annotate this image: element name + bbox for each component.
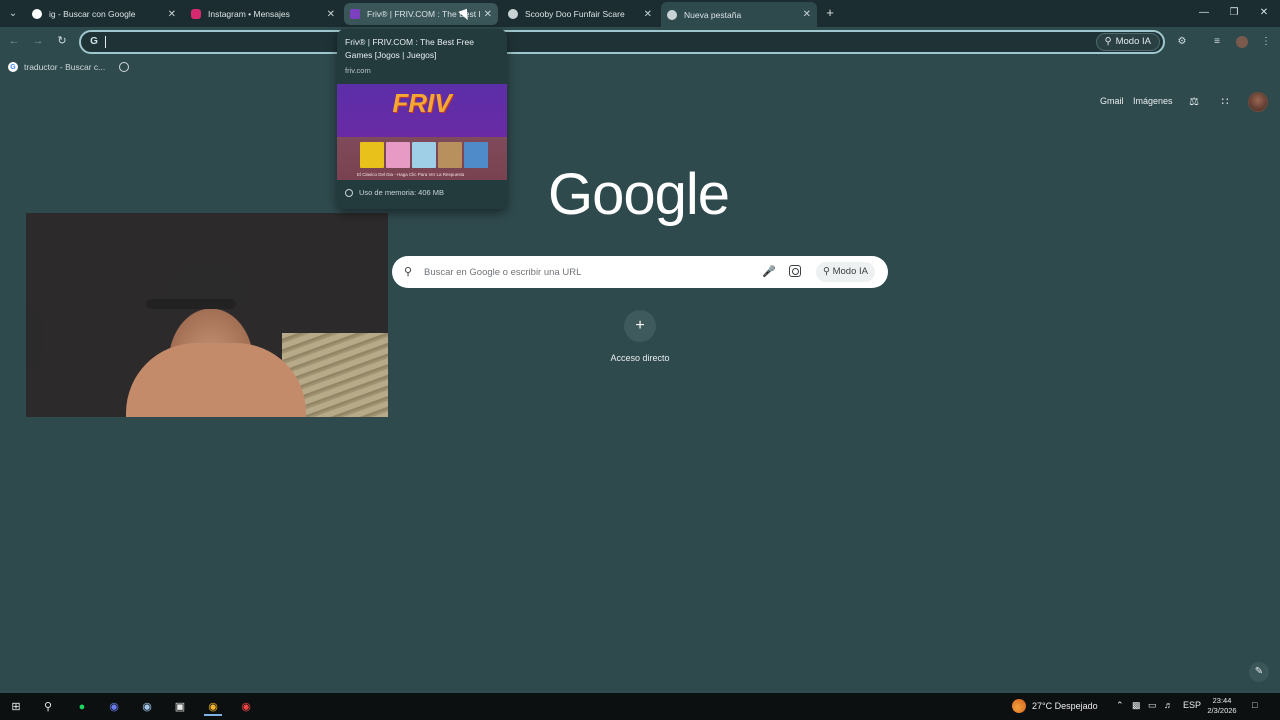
tray-expand-icon[interactable]: ⌃ <box>1116 700 1124 711</box>
windows-taskbar: ⊞ ⚲ ● ◉ ◉ ▣ ◉ ◉ 27°C Despejado ⌃ ▩ ▭ ♬ E… <box>0 693 1280 720</box>
images-link[interactable]: Imágenes <box>1133 96 1173 106</box>
hover-card-title: Friv® | FRIV.COM : The Best Free Games [… <box>345 37 474 60</box>
window-close-icon[interactable]: ✕ <box>1254 4 1274 22</box>
tab-hover-card: Friv® | FRIV.COM : The Best Free Games [… <box>337 29 507 209</box>
back-icon[interactable]: ← <box>6 33 22 49</box>
google-icon: G <box>8 62 18 72</box>
close-icon[interactable]: ✕ <box>168 9 176 20</box>
game-thumb <box>464 142 488 168</box>
weather-icon <box>1012 699 1026 713</box>
tab-instagram[interactable]: Instagram • Mensajes ✕ <box>185 3 341 25</box>
game-thumbnails <box>360 142 488 168</box>
add-shortcut-button[interactable]: + <box>624 310 656 342</box>
memory-icon <box>345 188 353 197</box>
profile-avatar[interactable] <box>1236 36 1248 48</box>
discord-icon[interactable]: ◉ <box>105 698 123 716</box>
tab-ig-search[interactable]: ig - Buscar con Google ✕ <box>26 3 182 25</box>
tab-title: ig - Buscar con Google <box>49 9 136 19</box>
clock[interactable]: 23:44 2/3/2026 <box>1200 696 1244 716</box>
labs-flask-icon[interactable]: ⚖ <box>1186 94 1202 110</box>
friv-logo: FRIV <box>392 88 452 118</box>
customize-pencil-icon[interactable]: ✎ <box>1249 662 1269 682</box>
close-icon[interactable]: ✕ <box>484 9 492 20</box>
notifications-icon[interactable]: □ <box>1252 700 1257 710</box>
instagram-icon <box>191 9 201 19</box>
new-tab-button[interactable]: + <box>822 5 838 21</box>
text-caret <box>105 36 106 48</box>
search-input[interactable] <box>424 256 754 288</box>
hover-card-preview: FRIV El Clasico Del Dia - Haga Clic Para… <box>337 84 507 180</box>
tab-friv[interactable]: Friv® | FRIV.COM : The Best F... ✕ <box>344 3 498 25</box>
tab-scooby[interactable]: Scooby Doo Funfair Scare ✕ <box>502 3 658 25</box>
close-icon[interactable]: ✕ <box>644 9 652 20</box>
memory-usage: Uso de memoria: 406 MB <box>345 188 444 197</box>
network-icon[interactable]: ▩ <box>1132 700 1141 711</box>
google-logo: Google <box>548 162 730 227</box>
game-thumb <box>438 142 462 168</box>
chrome-icon[interactable]: ◉ <box>204 698 222 716</box>
gmail-link[interactable]: Gmail <box>1100 96 1124 106</box>
tab-title: Scooby Doo Funfair Scare <box>525 9 625 19</box>
hover-card-domain: friv.com <box>345 66 371 75</box>
spotify-icon[interactable]: ● <box>73 698 91 716</box>
chrome-icon <box>667 9 677 20</box>
person-image <box>126 343 306 417</box>
search-icon: ⚲ <box>404 266 413 278</box>
modo-ia-button[interactable]: ⚲ Modo IA <box>1095 33 1160 51</box>
microphone-icon[interactable]: 🎤 <box>762 265 776 278</box>
weather-widget[interactable]: 27°C Despejado <box>1012 699 1098 713</box>
bookmarks-bar: G traductor - Buscar c... <box>0 57 1280 77</box>
restore-icon[interactable]: ❐ <box>1224 4 1244 22</box>
display-icon[interactable]: ▭ <box>1148 700 1157 711</box>
webcam-overlay <box>26 213 388 417</box>
friv-icon <box>350 9 360 19</box>
apps-grid-icon[interactable]: ∷ <box>1217 94 1233 110</box>
google-icon <box>32 9 42 19</box>
windows-start-icon[interactable]: ⊞ <box>7 698 25 716</box>
sparkle-search-icon: ⚲ <box>1104 36 1112 47</box>
tab-search-button[interactable]: ⌄ <box>4 5 22 23</box>
search-box: ⚲ 🎤 ⚲ Modo IA <box>392 256 888 288</box>
tab-strip: ⌄ ig - Buscar con Google ✕ Instagram • M… <box>0 0 1280 27</box>
forward-icon[interactable]: → <box>30 33 46 49</box>
address-bar[interactable]: G ⚲ Modo IA <box>79 30 1165 54</box>
search-icon[interactable]: ⚲ <box>39 698 57 716</box>
modo-ia-button[interactable]: ⚲ Modo IA <box>816 262 875 282</box>
tab-new-tab[interactable]: Nueva pestaña ✕ <box>661 2 817 27</box>
close-icon[interactable]: ✕ <box>803 9 811 20</box>
recorder-icon[interactable]: ◉ <box>237 698 255 716</box>
more-menu-icon[interactable]: ⋮ <box>1258 34 1274 50</box>
browser-toolbar: ← → ↻ G ⚲ Modo IA ⚙ ≡ ⋮ <box>0 27 1280 57</box>
globe-icon[interactable] <box>119 62 130 72</box>
language-indicator[interactable]: ESP <box>1183 700 1201 710</box>
media-controls-icon[interactable]: ≡ <box>1209 34 1225 50</box>
account-avatar[interactable] <box>1248 92 1268 112</box>
google-lens-icon[interactable] <box>789 265 801 277</box>
google-icon: G <box>90 36 98 47</box>
tab-title: Nueva pestaña <box>684 9 742 20</box>
hover-card-caption: El Clasico Del Dia - Haga Clic Para Ver … <box>357 172 465 177</box>
obs-icon[interactable]: ▣ <box>171 698 189 716</box>
shortcut-label: Acceso directo <box>610 353 670 363</box>
tab-title: Instagram • Mensajes <box>208 9 290 19</box>
close-icon[interactable]: ✕ <box>327 9 335 20</box>
reload-icon[interactable]: ↻ <box>54 33 70 49</box>
bookmark-traductor[interactable]: traductor - Buscar c... <box>24 62 105 72</box>
extensions-icon[interactable]: ⚙ <box>1174 34 1190 50</box>
game-thumb <box>386 142 410 168</box>
steam-icon[interactable]: ◉ <box>138 698 156 716</box>
volume-icon[interactable]: ♬ <box>1164 700 1173 710</box>
minimize-icon[interactable]: — <box>1194 4 1214 22</box>
game-thumb <box>360 142 384 168</box>
game-thumb <box>412 142 436 168</box>
scooby-icon <box>508 9 518 19</box>
